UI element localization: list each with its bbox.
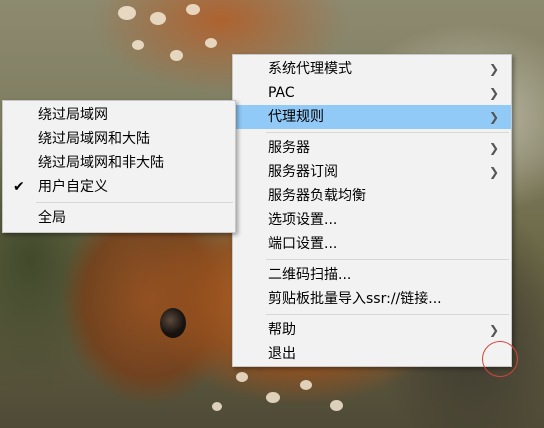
fawn-spot <box>118 6 136 20</box>
menu-separator <box>266 314 509 315</box>
menu-item-exit[interactable]: 退出 <box>233 342 511 366</box>
fawn-spot <box>236 372 248 382</box>
menu-item-label: 端口设置... <box>268 236 338 252</box>
fawn-spot <box>186 4 200 15</box>
fawn-spot <box>266 392 280 403</box>
fawn-spot <box>132 40 144 50</box>
fawn-spot <box>150 12 166 25</box>
fawn-spot <box>205 38 217 48</box>
submenu-item-bypass-lan-and-china[interactable]: 绕过局域网和大陆 <box>3 127 235 151</box>
fawn-spot <box>212 402 222 411</box>
menu-item-system-proxy-mode[interactable]: 系统代理模式 ❯ <box>233 57 511 81</box>
menu-item-label: 选项设置... <box>268 212 338 228</box>
submenu-item-bypass-lan-and-non-china[interactable]: 绕过局域网和非大陆 <box>3 151 235 175</box>
menu-item-label: 服务器负载均衡 <box>268 188 366 204</box>
menu-item-load-balance[interactable]: 服务器负载均衡 <box>233 184 511 208</box>
menu-item-label: 绕过局域网和非大陆 <box>38 155 164 171</box>
menu-item-label: 服务器 <box>268 140 310 156</box>
menu-item-label: 全局 <box>38 210 66 226</box>
menu-separator <box>266 132 509 133</box>
menu-item-label: 绕过局域网和大陆 <box>38 131 150 147</box>
chevron-right-icon: ❯ <box>488 141 499 155</box>
menu-item-label: 绕过局域网 <box>38 107 108 123</box>
fawn-eye <box>160 308 186 338</box>
fawn-spot <box>300 380 312 390</box>
menu-separator <box>36 202 233 203</box>
tray-context-menu: 系统代理模式 ❯ PAC ❯ 代理规则 ❯ 服务器 ❯ 服务器订阅 ❯ 服务器负… <box>232 54 512 367</box>
cursor-highlight-ring <box>482 341 518 377</box>
chevron-right-icon: ❯ <box>488 165 499 179</box>
menu-item-label: 代理规则 <box>268 109 324 125</box>
menu-item-import-ssr-from-clipboard[interactable]: 剪贴板批量导入ssr://链接... <box>233 287 511 311</box>
menu-item-label: 帮助 <box>268 322 296 338</box>
menu-item-label: PAC <box>268 85 295 101</box>
menu-item-label: 服务器订阅 <box>268 164 338 180</box>
proxy-rules-submenu: 绕过局域网 绕过局域网和大陆 绕过局域网和非大陆 ✔ 用户自定义 全局 <box>2 100 236 233</box>
menu-item-pac[interactable]: PAC ❯ <box>233 81 511 105</box>
menu-item-server-subscription[interactable]: 服务器订阅 ❯ <box>233 160 511 184</box>
menu-item-options[interactable]: 选项设置... <box>233 208 511 232</box>
menu-item-label: 退出 <box>268 346 296 362</box>
fawn-spot <box>330 400 343 411</box>
chevron-right-icon: ❯ <box>488 323 499 337</box>
menu-item-label: 系统代理模式 <box>268 61 352 77</box>
checkmark-icon: ✔ <box>13 179 25 195</box>
menu-item-scan-qrcode[interactable]: 二维码扫描... <box>233 263 511 287</box>
chevron-right-icon: ❯ <box>488 62 499 76</box>
menu-item-proxy-rules[interactable]: 代理规则 ❯ <box>233 105 511 129</box>
submenu-item-bypass-lan[interactable]: 绕过局域网 <box>3 103 235 127</box>
menu-item-servers[interactable]: 服务器 ❯ <box>233 136 511 160</box>
chevron-right-icon: ❯ <box>488 86 499 100</box>
chevron-right-icon: ❯ <box>488 110 499 124</box>
menu-item-label: 用户自定义 <box>38 179 108 195</box>
menu-item-label: 二维码扫描... <box>268 267 352 283</box>
menu-item-label: 剪贴板批量导入ssr://链接... <box>268 291 442 307</box>
menu-separator <box>266 259 509 260</box>
submenu-item-global[interactable]: 全局 <box>3 206 235 230</box>
menu-item-port-settings[interactable]: 端口设置... <box>233 232 511 256</box>
fawn-spot <box>170 50 183 61</box>
menu-item-help[interactable]: 帮助 ❯ <box>233 318 511 342</box>
submenu-item-user-defined[interactable]: ✔ 用户自定义 <box>3 175 235 199</box>
